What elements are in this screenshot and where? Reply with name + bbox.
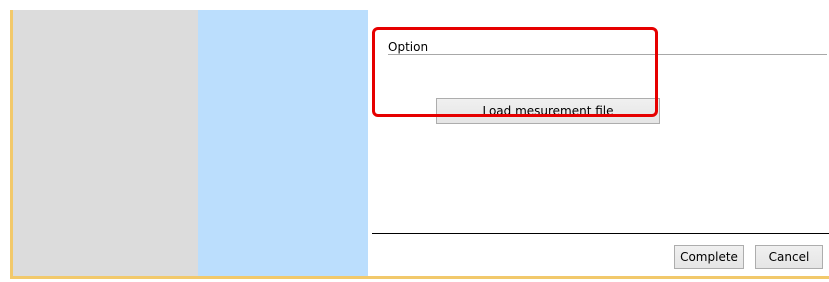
complete-button[interactable]: Complete [674, 245, 744, 269]
highlight-annotation-box [372, 27, 658, 117]
left-panel [13, 10, 198, 276]
cancel-button[interactable]: Cancel [755, 245, 823, 269]
middle-panel [198, 10, 368, 276]
window-frame-bottom [10, 276, 829, 279]
dialog-window: Option Load mesurement file Complete Can… [0, 0, 829, 282]
footer-divider [372, 233, 829, 234]
